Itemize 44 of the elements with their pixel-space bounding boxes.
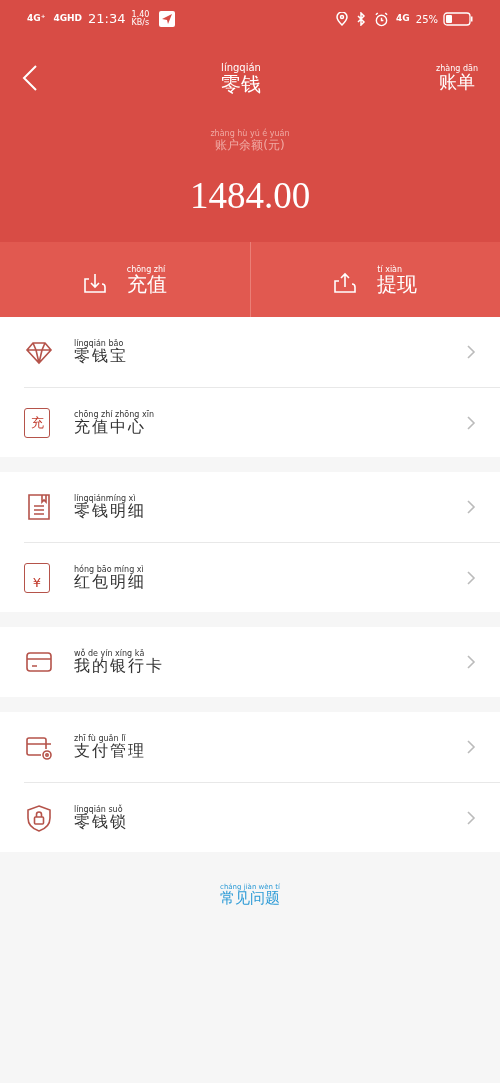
chevron-right-icon: [466, 499, 476, 515]
menu-label: hóng bāo míng xì 红包明细: [74, 565, 146, 590]
recharge-button[interactable]: chōng zhí 充值: [82, 265, 167, 294]
network-label: 4G⁺: [27, 12, 46, 26]
battery-text: 25%: [415, 12, 438, 27]
network-label: 4GHD: [53, 12, 83, 26]
chevron-right-icon: [466, 414, 476, 431]
upload-tray-icon: [333, 271, 358, 294]
menu-label: wǒ de yín xíng kǎ 我的银行卡: [74, 650, 164, 674]
withdraw-button[interactable]: tí xiàn 提现: [333, 265, 418, 294]
recharge-icon: 充: [24, 407, 50, 438]
network-label: 4G: [396, 12, 410, 26]
shield-lock-icon: [24, 802, 54, 833]
speed-text: 1.40: [131, 11, 150, 19]
menu-label: língqiánmíng xì 零钱明细: [74, 495, 146, 519]
speed-unit: KB/s: [131, 19, 150, 27]
balance-amount: 1484.00: [189, 177, 311, 214]
back-icon: [22, 64, 38, 92]
chevron-right-icon: [466, 344, 476, 360]
time-text: 21:34: [88, 10, 126, 29]
menu-item[interactable]: ¥ hóng bāo míng xì 红包明细: [24, 542, 500, 612]
balance-label: zhàng hù yú é yuán 账户余额(元): [210, 130, 290, 151]
battery-icon: [443, 12, 473, 26]
bluetooth-icon: [356, 12, 367, 26]
menu-item[interactable]: 充 chōng zhí zhōng xīn 充值中心: [24, 387, 500, 457]
menu-label: zhī fù guǎn lǐ 支付管理: [74, 735, 146, 759]
menu-label: chōng zhí zhōng xīn 充值中心: [74, 410, 154, 435]
menu-item[interactable]: língqián suǒ 零钱锁: [24, 782, 500, 852]
chevron-right-icon: [466, 654, 476, 670]
chevron-right-icon: [466, 569, 476, 586]
chevron-right-icon: [466, 809, 476, 826]
bill-link[interactable]: zhàng dān 账单: [436, 65, 478, 91]
download-tray-icon: [82, 271, 107, 294]
location-icon: [336, 12, 349, 26]
chevron-right-icon: [466, 739, 476, 755]
menu-item[interactable]: zhī fù guǎn lǐ 支付管理: [24, 712, 500, 782]
menu-item[interactable]: língqiánmíng xì 零钱明细: [24, 472, 500, 542]
envelope-icon: ¥: [24, 562, 50, 593]
menu-label: língqián suǒ 零钱锁: [74, 805, 128, 830]
paper-plane-icon: [159, 11, 176, 27]
page-title: língqián 零钱: [221, 62, 262, 94]
menu-item[interactable]: língqián bǎo 零钱宝: [24, 317, 500, 387]
alarm-icon: [374, 11, 390, 27]
menu-label: língqián bǎo 零钱宝: [74, 340, 128, 364]
